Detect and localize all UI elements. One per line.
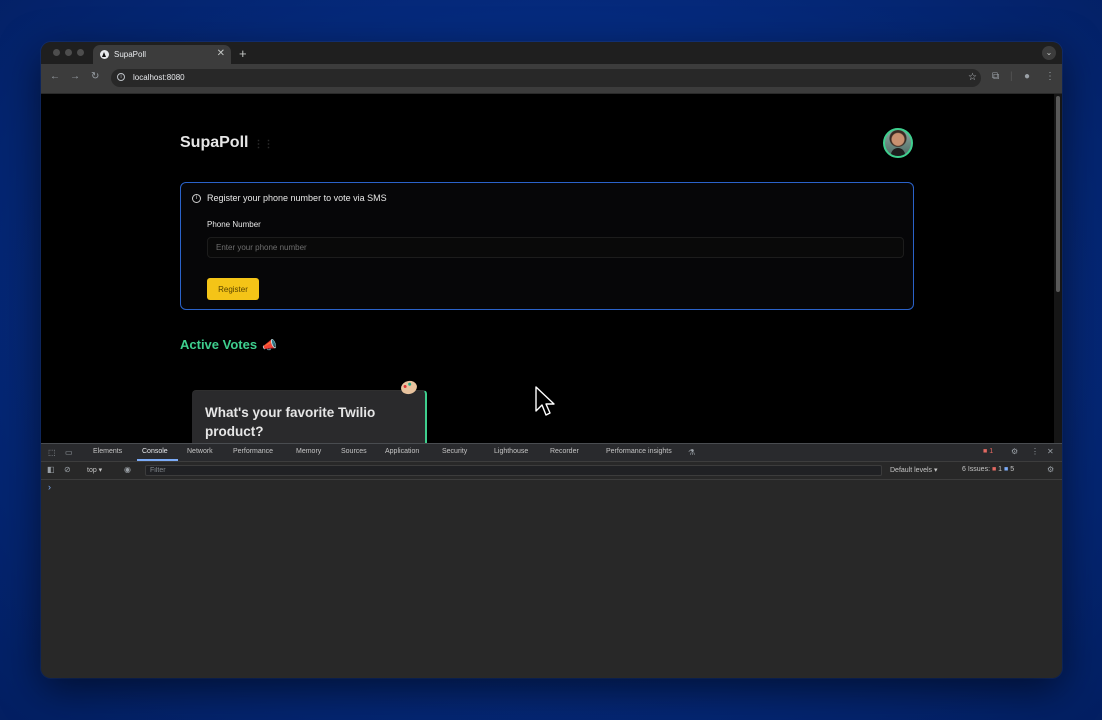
back-icon[interactable]: ← <box>50 71 60 82</box>
sidebar-toggle-icon[interactable]: ◧ <box>47 465 55 474</box>
address-bar[interactable]: i localhost:8080 ☆ <box>111 69 981 87</box>
context-select[interactable]: top ▾ <box>87 466 102 474</box>
maximize-window-dot[interactable] <box>77 49 84 56</box>
user-avatar[interactable] <box>883 128 913 158</box>
devtools-panel: ⬚ ▭ Elements Console Network Performance… <box>41 443 1062 678</box>
close-icon[interactable]: ✕ <box>1047 447 1054 456</box>
url-text: localhost:8080 <box>133 73 185 82</box>
tab-network[interactable]: Network <box>187 448 213 455</box>
register-heading-text: Register your phone number to vote via S… <box>207 193 387 203</box>
poll-question: What's your favorite Twilio product? <box>205 405 376 439</box>
app-title-text: SupaPoll <box>180 134 249 151</box>
console-filter-input[interactable] <box>145 465 882 476</box>
tab-search-icon[interactable]: ⌄ <box>1042 46 1056 60</box>
profile-icon[interactable]: ● <box>1024 71 1030 82</box>
gear-icon[interactable]: ⚙ <box>1011 447 1018 456</box>
browser-window: SupaPoll ✕ + ⌄ ← → ↻ i localhost:8080 ☆ … <box>41 42 1062 678</box>
extensions-icon[interactable]: ⧉ <box>992 71 999 82</box>
new-tab-button[interactable]: + <box>239 46 247 61</box>
error-count-badge[interactable]: ■ 1 <box>983 448 993 455</box>
browser-toolbar: ← → ↻ i localhost:8080 ☆ ⧉ | ● ⋮ <box>41 64 1062 94</box>
tab-title: SupaPoll <box>114 50 147 59</box>
page-viewport: SupaPoll ⋮⋮ i Register your phone number … <box>41 94 1054 443</box>
reload-icon[interactable]: ↻ <box>91 71 99 82</box>
page-scrollbar[interactable] <box>1054 94 1062 443</box>
register-heading: i Register your phone number to vote via… <box>192 193 387 203</box>
site-info-icon[interactable]: i <box>117 73 125 81</box>
tab-supapoll[interactable]: SupaPoll ✕ <box>93 45 231 64</box>
minimize-window-dot[interactable] <box>65 49 72 56</box>
scrollbar-thumb[interactable] <box>1056 96 1060 292</box>
tab-memory[interactable]: Memory <box>296 448 321 455</box>
console-settings-icon[interactable]: ⚙ <box>1047 465 1054 474</box>
active-votes-text: Active Votes <box>180 337 258 352</box>
issues-counter[interactable]: 6 Issues: ■ 1 ■ 5 <box>962 466 1014 473</box>
toolbar-divider: | <box>1010 71 1013 82</box>
tab-security[interactable]: Security <box>442 448 467 455</box>
megaphone-icon: 📣 <box>262 337 278 352</box>
tab-recorder[interactable]: Recorder <box>550 448 579 455</box>
inspect-element-icon[interactable]: ⬚ <box>48 448 56 457</box>
error-count: 1 <box>989 448 994 455</box>
phone-number-label: Phone Number <box>207 220 261 229</box>
eye-icon[interactable]: ◉ <box>124 465 131 474</box>
close-tab-icon[interactable]: ✕ <box>217 48 225 59</box>
active-votes-heading: Active Votes 📣 <box>180 337 277 352</box>
devtools-tabbar: ⬚ ▭ Elements Console Network Performance… <box>41 444 1062 462</box>
active-tab-indicator <box>137 459 178 461</box>
issues-info-count: 5 <box>1010 466 1015 473</box>
phone-number-input[interactable] <box>207 237 904 258</box>
default-levels-select[interactable]: Default levels ▾ <box>890 466 938 474</box>
console-prompt[interactable]: › <box>48 482 51 492</box>
clear-console-icon[interactable]: ⊘ <box>64 465 71 474</box>
info-icon: i <box>192 193 201 203</box>
issues-errors-count: 1 <box>998 466 1003 473</box>
tab-lighthouse[interactable]: Lighthouse <box>494 448 528 455</box>
device-toolbar-icon[interactable]: ▭ <box>65 448 73 457</box>
tab-performance-insights[interactable]: Performance insights <box>606 448 672 455</box>
favicon-icon <box>100 50 109 59</box>
tab-elements[interactable]: Elements <box>93 448 122 455</box>
issues-text: 6 Issues: <box>962 466 991 473</box>
browser-menu-icon[interactable]: ⋮ <box>1045 71 1055 82</box>
register-button[interactable]: Register <box>207 278 259 300</box>
context-value: top <box>87 467 97 474</box>
devtools-menu-icon[interactable]: ⋮ <box>1031 447 1039 456</box>
console-toolbar: ◧ ⊘ top ▾ ◉ Default levels ▾ 6 Issues: ■… <box>41 462 1062 480</box>
tab-performance[interactable]: Performance <box>233 448 273 455</box>
bookmark-star-icon[interactable]: ☆ <box>968 69 977 87</box>
tab-application[interactable]: Application <box>385 448 419 455</box>
levels-text: Default levels <box>890 467 933 474</box>
issues-info-icon: ■ <box>1004 466 1009 473</box>
tab-console[interactable]: Console <box>142 448 168 455</box>
experiment-flask-icon: ⚗ <box>688 448 696 457</box>
register-card: i Register your phone number to vote via… <box>180 182 914 310</box>
forward-icon[interactable]: → <box>70 71 80 82</box>
window-controls <box>53 49 84 56</box>
app-title: SupaPoll ⋮⋮ <box>180 134 273 152</box>
issues-error-icon: ■ <box>991 466 997 473</box>
tab-strip: SupaPoll ✕ + ⌄ <box>41 42 1062 64</box>
title-glyph: ⋮⋮ <box>253 139 274 150</box>
close-window-dot[interactable] <box>53 49 60 56</box>
tab-sources[interactable]: Sources <box>341 448 367 455</box>
cursor-icon <box>535 386 555 416</box>
poll-card[interactable]: What's your favorite Twilio product? <box>192 390 427 443</box>
